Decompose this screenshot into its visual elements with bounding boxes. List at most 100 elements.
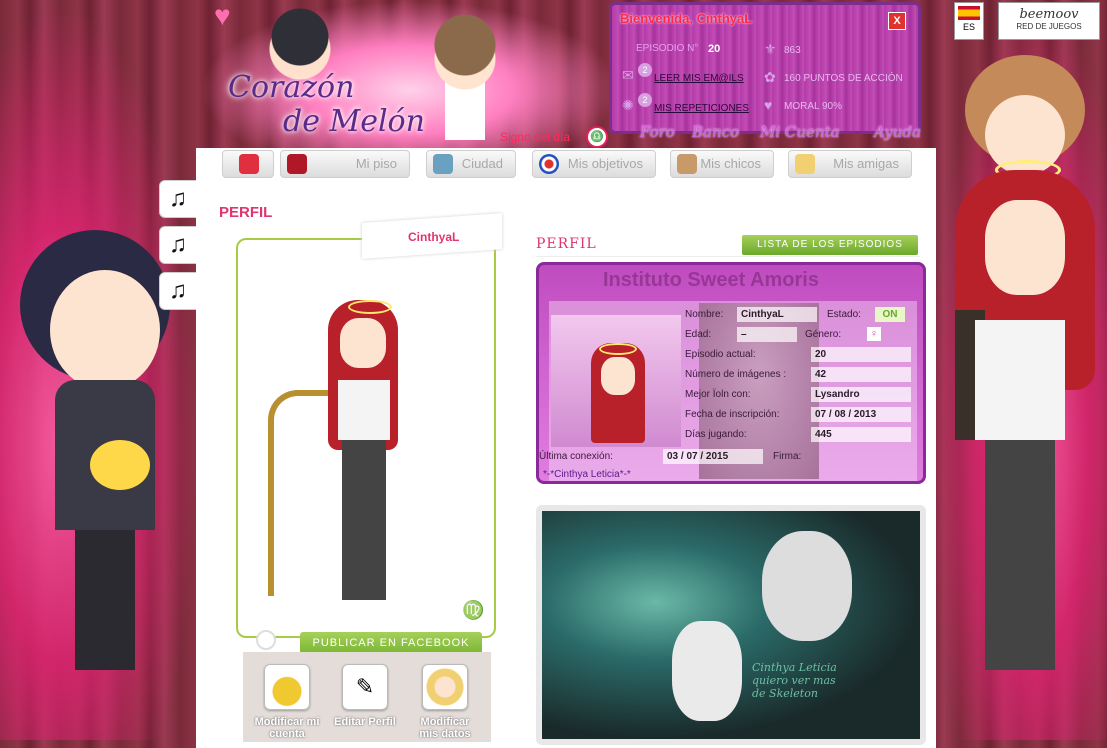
- music-button-1[interactable]: ♫: [159, 180, 197, 218]
- dias-value: 445: [811, 427, 911, 442]
- music-button-2[interactable]: ♫: [159, 226, 197, 264]
- imagenes-label: Número de imágenes :: [685, 369, 787, 380]
- logo-line1: Corazón: [228, 70, 355, 105]
- welcome-title: Bienvenida, CinthyaL: [620, 11, 753, 26]
- game-logo[interactable]: Corazón de Melón: [228, 70, 448, 150]
- modify-data-button[interactable]: Modificar mis datos: [410, 664, 480, 740]
- edit-profile-button[interactable]: ✎ Editar Perfil: [330, 664, 400, 728]
- nav-mis-objetivos[interactable]: Mis objetivos: [532, 150, 656, 178]
- estado-label: Estado:: [827, 309, 861, 320]
- fecha-label: Fecha de inscripción:: [685, 409, 780, 420]
- sofa-icon: [287, 154, 307, 174]
- spain-flag-icon: [958, 6, 980, 20]
- nav-ciudad[interactable]: Ciudad: [426, 150, 516, 178]
- student-card: Instituto Sweet Amoris Nombre: CinthyaL …: [536, 262, 926, 484]
- girl-avatar-icon: [422, 664, 468, 710]
- page-title: PERFIL: [219, 204, 273, 221]
- link-banco[interactable]: Banco: [692, 123, 739, 141]
- girl-icon: [795, 154, 815, 174]
- nav-mis-chicos-label: Mis chicos: [700, 156, 761, 171]
- city-icon: [433, 154, 453, 174]
- welcome-panel: Bienvenida, CinthyaL X EPISODIO N° 20 ✉ …: [609, 2, 921, 141]
- target-icon: [539, 154, 559, 174]
- beemoov-tagline: RED DE JUEGOS: [1016, 22, 1082, 31]
- fecha-value: 07 / 08 / 2013: [811, 407, 911, 422]
- ultima-label: Última conexión:: [539, 451, 613, 462]
- repetitions-count-badge: 2: [638, 93, 652, 107]
- lock-icon: [264, 664, 310, 710]
- side-character-right: [935, 160, 1105, 740]
- pa-value: 863: [784, 45, 801, 56]
- link-mi-cuenta[interactable]: Mi Cuenta: [760, 123, 840, 141]
- language-selector[interactable]: ES: [954, 2, 984, 40]
- mail-icon: ✉: [622, 67, 634, 83]
- edad-value: –: [737, 327, 797, 342]
- profile-image[interactable]: Cinthya Leticia quiero ver mas de Skelet…: [536, 505, 926, 745]
- dias-label: Días jugando:: [685, 429, 747, 440]
- virgo-icon: ♍: [462, 600, 485, 620]
- episode-list-button[interactable]: LISTA DE LOS EPISODIOS: [742, 235, 918, 255]
- mejor-label: Mejor Ïoln con:: [685, 389, 751, 400]
- episode-value: 20: [708, 43, 721, 55]
- mail-count-badge: 2: [638, 63, 652, 77]
- nav-home[interactable]: [222, 150, 274, 178]
- read-mails-link[interactable]: LEER MIS EM@ILS: [654, 73, 744, 84]
- edit-profile-label: Editar Perfil: [334, 716, 396, 728]
- imagenes-value: 42: [811, 367, 911, 382]
- nav-mis-chicos[interactable]: Mis chicos: [670, 150, 774, 178]
- nav-mis-amigas-label: Mis amigas: [833, 156, 899, 171]
- episodio-label: Episodio actual:: [685, 349, 756, 360]
- nombre-label: Nombre:: [685, 309, 724, 320]
- modify-account-label: Modificar mi cuenta: [254, 716, 320, 740]
- profile-heading: PERFIL: [536, 236, 597, 252]
- fleur-icon: ⚜: [764, 41, 777, 57]
- edad-label: Edad:: [685, 329, 712, 340]
- nav-mi-piso[interactable]: Mi piso: [280, 150, 410, 178]
- ultima-value: 03 / 07 / 2015: [663, 449, 763, 464]
- card-title: Instituto Sweet Amoris: [603, 269, 819, 291]
- episode-label: EPISODIO N°: [636, 43, 699, 54]
- female-icon: ♀: [867, 327, 881, 341]
- nav-mi-piso-label: Mi piso: [355, 156, 397, 171]
- heart-moral-icon: ♥: [764, 97, 773, 113]
- home-icon: [239, 154, 259, 174]
- pen-icon: ✎: [342, 664, 388, 710]
- publish-facebook-button[interactable]: PUBLICAR EN FACEBOOK: [300, 632, 482, 654]
- libra-icon[interactable]: ♎: [586, 126, 608, 148]
- nav-mis-amigas[interactable]: Mis amigas: [788, 150, 912, 178]
- episodio-value: 20: [811, 347, 911, 362]
- paw-icon: ✿: [764, 69, 776, 85]
- firma-label: Firma:: [773, 451, 802, 462]
- music-button-3[interactable]: ♫: [159, 272, 197, 310]
- firma-value: *-*Cinthya Leticia*-*: [543, 469, 631, 480]
- image-signature: Cinthya Leticia quiero ver mas de Skelet…: [752, 661, 837, 700]
- nav-ciudad-label: Ciudad: [461, 156, 503, 171]
- modify-account-button[interactable]: Modificar mi cuenta: [252, 664, 322, 740]
- genero-label: Género:: [805, 329, 842, 340]
- boy-icon: [677, 154, 697, 174]
- close-button[interactable]: X: [888, 12, 906, 30]
- heart-icon: ♥: [214, 0, 231, 31]
- chicks-illustration: [90, 440, 150, 490]
- modify-data-label: Modificar mis datos: [419, 716, 471, 740]
- beemoov-logo: beemoov: [1019, 7, 1079, 22]
- link-ayuda[interactable]: Ayuda: [874, 123, 921, 141]
- nav-mis-objetivos-label: Mis objetivos: [567, 156, 643, 171]
- repetitions-link[interactable]: MIS REPETICIONES: [654, 103, 749, 114]
- link-foro[interactable]: Foro: [640, 123, 675, 141]
- mejor-value: Lysandro: [811, 387, 911, 402]
- logo-line2: de Melón: [283, 104, 425, 139]
- skeleton-illustration: [762, 531, 852, 641]
- language-code: ES: [962, 22, 975, 32]
- radio-toggle[interactable]: [256, 630, 276, 650]
- avatar-doll: [300, 300, 430, 620]
- chibi-illustration: [672, 621, 742, 721]
- estado-value: ON: [875, 307, 905, 322]
- signo-del-dia-label: Signo del día: [500, 130, 571, 144]
- repeat-icon: ✺: [622, 97, 634, 113]
- divider: [536, 256, 920, 257]
- action-points: 160 PUNTOS DE ACCIÓN: [784, 73, 903, 84]
- moral-value: MORAL 90%: [784, 101, 842, 112]
- nombre-value: CinthyaL: [737, 307, 817, 322]
- beemoov-link[interactable]: beemoov RED DE JUEGOS: [998, 2, 1100, 40]
